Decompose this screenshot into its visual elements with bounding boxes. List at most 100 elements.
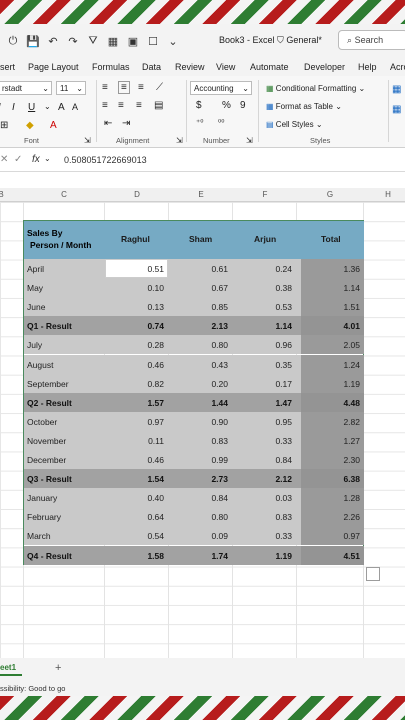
column-header-e[interactable]: E <box>169 190 233 199</box>
total-cell[interactable]: 2.26 <box>343 512 360 522</box>
row-label[interactable]: April <box>27 264 44 274</box>
customize-toolbar-icon[interactable]: ⌄ <box>166 34 180 48</box>
column-header-f[interactable]: F <box>233 190 297 199</box>
form-icon[interactable]: ☐ <box>146 34 160 48</box>
value-cell[interactable]: 0.24 <box>275 264 292 274</box>
value-cell[interactable]: 0.95 <box>275 417 292 427</box>
total-cell[interactable]: 6.38 <box>343 474 360 484</box>
value-cell[interactable]: 0.09 <box>211 531 228 541</box>
value-cell[interactable]: 0.99 <box>211 455 228 465</box>
column-header-d[interactable]: D <box>105 190 169 199</box>
value-cell[interactable]: 0.96 <box>275 340 292 350</box>
value-cell[interactable]: 0.28 <box>147 340 164 350</box>
value-cell[interactable]: 2.12 <box>275 474 292 484</box>
total-cell[interactable]: 4.51 <box>343 551 360 561</box>
value-cell[interactable]: 0.83 <box>211 436 228 446</box>
value-cell[interactable]: 0.20 <box>211 379 228 389</box>
value-cell[interactable]: 0.80 <box>211 340 228 350</box>
value-cell[interactable]: 0.33 <box>275 531 292 541</box>
tab-review[interactable]: Review <box>175 62 205 72</box>
total-cell[interactable]: 4.48 <box>343 398 360 408</box>
quick-analysis-icon[interactable] <box>366 567 380 581</box>
value-cell[interactable]: 0.11 <box>148 436 164 446</box>
conditional-formatting-button[interactable]: ▦ Conditional Formatting ⌄ <box>266 84 365 93</box>
value-cell[interactable]: 1.44 <box>211 398 228 408</box>
value-cell[interactable]: 0.51 <box>147 264 164 274</box>
format-as-table-button[interactable]: ▦ Format as Table ⌄ <box>266 102 342 111</box>
tab-acrobat[interactable]: Acro <box>390 62 405 72</box>
total-cell[interactable]: 2.82 <box>343 417 360 427</box>
total-cell[interactable]: 1.19 <box>343 379 360 389</box>
italic-icon[interactable]: I <box>0 102 1 113</box>
decrease-indent-icon[interactable]: ⇤ <box>104 118 112 129</box>
value-cell[interactable]: 0.10 <box>147 283 164 293</box>
add-sheet-icon[interactable]: + <box>55 662 61 674</box>
tab-view[interactable]: View <box>216 62 235 72</box>
row-label[interactable]: November <box>27 436 66 446</box>
row-label[interactable]: January <box>27 493 57 503</box>
fill-color-icon[interactable]: ◆ <box>26 120 34 131</box>
enter-icon[interactable]: ✓ <box>14 154 22 165</box>
row-label[interactable]: September <box>27 379 69 389</box>
comma-style-icon[interactable]: 9 <box>240 100 246 111</box>
value-cell[interactable]: 1.19 <box>275 551 292 561</box>
decrease-decimal-icon[interactable]: ⁰⁰ <box>218 118 224 127</box>
undo-icon[interactable]: ↶ <box>46 34 60 48</box>
value-cell[interactable]: 1.14 <box>275 321 292 331</box>
font-color-icon[interactable]: A <box>50 120 57 131</box>
value-cell[interactable]: 0.84 <box>211 493 228 503</box>
number-format-box[interactable]: Accounting ⌄ <box>190 81 252 95</box>
font-name-box[interactable]: rstadt ⌄ <box>0 81 52 95</box>
value-cell[interactable]: 0.82 <box>147 379 164 389</box>
cancel-icon[interactable]: ✕ <box>0 154 8 165</box>
total-cell[interactable]: 1.51 <box>343 302 360 312</box>
underline-button[interactable]: U <box>28 102 35 113</box>
save-icon[interactable]: 💾 <box>26 34 40 48</box>
row-label[interactable]: Q4 - Result <box>27 551 72 561</box>
value-cell[interactable]: 0.17 <box>275 379 292 389</box>
row-label[interactable]: March <box>27 531 51 541</box>
align-center-icon[interactable]: ≡ <box>118 100 124 111</box>
percent-icon[interactable]: % <box>222 100 231 111</box>
value-cell[interactable]: 0.46 <box>147 455 164 465</box>
picture-icon[interactable]: ▣ <box>126 34 140 48</box>
value-cell[interactable]: 0.13 <box>147 302 164 312</box>
increase-indent-icon[interactable]: ⇥ <box>122 118 130 129</box>
total-cell[interactable]: 0.97 <box>343 531 360 541</box>
total-cell[interactable]: 1.27 <box>343 436 360 446</box>
value-cell[interactable]: 2.73 <box>211 474 228 484</box>
row-label[interactable]: October <box>27 417 57 427</box>
tab-formulas[interactable]: Formulas <box>92 62 130 72</box>
total-cell[interactable]: 1.14 <box>343 283 360 293</box>
value-cell[interactable]: 0.80 <box>211 512 228 522</box>
tab-data[interactable]: Data <box>142 62 161 72</box>
insert-function-button[interactable]: fx <box>32 154 40 165</box>
tab-developer[interactable]: Developer <box>304 62 345 72</box>
orientation-icon[interactable]: ⟋ <box>156 82 163 93</box>
value-cell[interactable]: 0.90 <box>211 417 228 427</box>
row-label[interactable]: Q3 - Result <box>27 474 72 484</box>
row-label[interactable]: May <box>27 283 43 293</box>
value-cell[interactable]: 1.57 <box>147 398 164 408</box>
column-header-b[interactable]: B <box>0 190 6 199</box>
italic-button[interactable]: I <box>12 102 15 113</box>
increase-decimal-icon[interactable]: ⁺⁰ <box>196 118 203 127</box>
increase-font-icon[interactable]: A <box>58 102 65 113</box>
align-right-icon[interactable]: ≡ <box>136 100 142 111</box>
value-cell[interactable]: 0.53 <box>275 302 292 312</box>
search-box[interactable]: ⌕ Search <box>338 30 405 50</box>
currency-icon[interactable]: $ <box>196 100 202 111</box>
value-cell[interactable]: 0.03 <box>275 493 292 503</box>
accessibility-status[interactable]: ssibility: Good to go <box>0 684 65 693</box>
align-left-icon[interactable]: ≡ <box>102 100 108 111</box>
value-cell[interactable]: 2.13 <box>211 321 228 331</box>
row-label[interactable]: December <box>27 455 66 465</box>
value-cell[interactable]: 0.33 <box>275 436 292 446</box>
chevron-down-icon[interactable]: ⌄ <box>44 102 51 111</box>
value-cell[interactable]: 0.84 <box>275 455 292 465</box>
formula-input[interactable]: 0.508051722669013 <box>64 155 147 165</box>
value-cell[interactable]: 0.67 <box>211 283 228 293</box>
align-bottom-icon[interactable]: ≡ <box>138 82 144 93</box>
row-label[interactable]: July <box>27 340 42 350</box>
row-label[interactable]: June <box>27 302 45 312</box>
